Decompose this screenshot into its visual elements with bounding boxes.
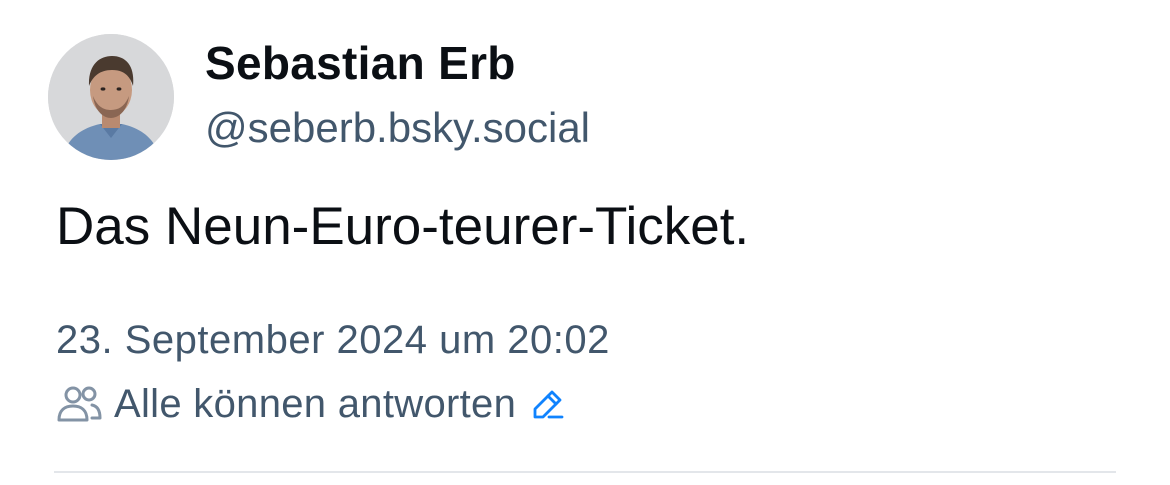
pencil-icon[interactable]	[530, 386, 566, 422]
post-text: Das Neun-Euro-teurer-Ticket.	[56, 197, 750, 256]
reply-settings: Alle können antworten	[56, 380, 566, 428]
author-avatar[interactable]	[48, 34, 174, 160]
author-handle[interactable]: @seberb.bsky.social	[205, 104, 590, 152]
post-timestamp: 23. September 2024 um 20:02	[56, 318, 610, 362]
reply-settings-label: Alle können antworten	[114, 381, 517, 426]
profile-photo	[48, 34, 174, 160]
people-icon	[57, 386, 102, 422]
divider	[54, 471, 1116, 473]
author-display-name[interactable]: Sebastian Erb	[205, 36, 516, 90]
